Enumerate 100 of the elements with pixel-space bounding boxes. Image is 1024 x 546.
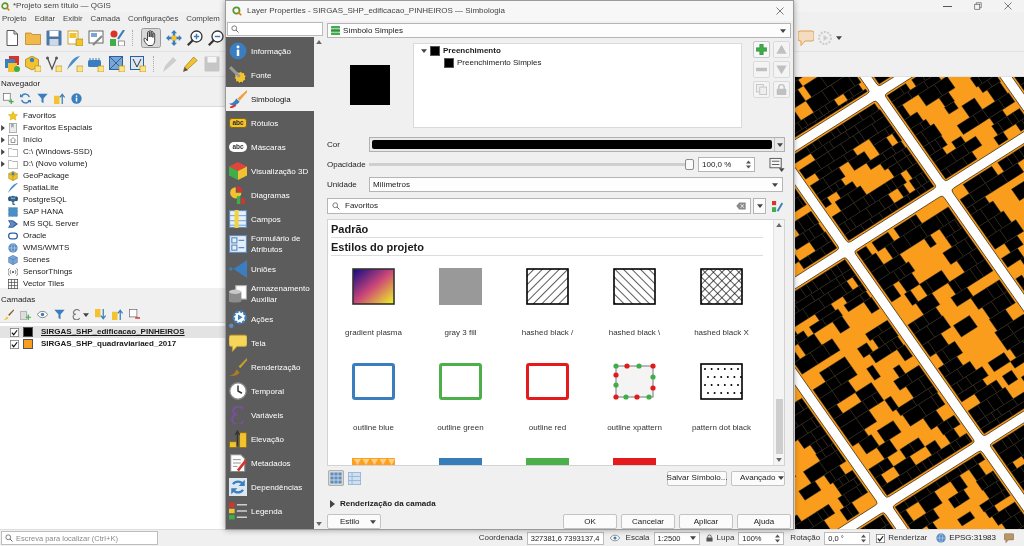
symbol-item[interactable]: hashed black / (504, 262, 591, 357)
symbol-item[interactable]: gradient plasma (330, 262, 417, 357)
sidebar-item[interactable]: Visualização 3D (226, 159, 314, 183)
collapse-all-icon[interactable] (112, 309, 123, 320)
layer-item[interactable]: SIRGAS_SHP_quadraviariaed_2017 (0, 338, 225, 350)
color-button[interactable] (369, 137, 785, 152)
expand-arrow-icon[interactable] (1, 125, 5, 131)
tree-item[interactable]: Vector Tiles (0, 278, 225, 290)
collapsible-header[interactable]: Renderização da camada (327, 497, 791, 511)
expand-arrow-icon[interactable] (421, 49, 427, 53)
palette-pencil-icon[interactable] (109, 30, 125, 46)
caret-icon[interactable] (836, 36, 842, 40)
chip-plus-icon[interactable] (88, 56, 104, 72)
symbol-item[interactable]: outline blue (330, 357, 417, 452)
remove-layer-icon[interactable] (129, 309, 140, 320)
dialog-button[interactable]: Ajuda (737, 514, 791, 529)
caret-icon[interactable] (83, 312, 89, 317)
tree-item[interactable]: SAP HANA (0, 206, 225, 218)
sidebar-item[interactable]: Dependências (226, 475, 314, 499)
scrollbar-thumb[interactable] (775, 399, 783, 454)
dialog-button[interactable]: OK (563, 514, 617, 529)
style-button[interactable]: Estilo (327, 514, 381, 529)
save-symbol-button[interactable]: Salvar Símbolo... (667, 470, 727, 486)
tree-item[interactable]: C:\ (Windows-SSD) (0, 146, 225, 158)
sidebar-item[interactable]: Variáveis (226, 403, 314, 427)
crossed-square-plus-icon[interactable] (109, 56, 125, 72)
slider-thumb[interactable] (685, 159, 694, 170)
page-layout-icon[interactable] (67, 30, 83, 46)
mesh-plus-icon[interactable] (130, 56, 146, 72)
sidebar-item[interactable]: Elevação (226, 427, 314, 451)
symbol-item[interactable]: hashed black X (678, 262, 765, 357)
hand-icon[interactable] (141, 28, 161, 48)
sidebar-item[interactable]: Diagramas (226, 183, 314, 207)
expand-arrow-icon[interactable] (1, 137, 5, 143)
tree-item[interactable]: SensorThings (0, 266, 225, 278)
scroll-down-icon[interactable] (315, 522, 322, 526)
symbol-item[interactable]: gray 3 fill (417, 262, 504, 357)
symbol-item[interactable]: outline xpattern (591, 357, 678, 452)
info-icon[interactable] (71, 93, 82, 104)
tree-item[interactable]: Oracle (0, 230, 225, 242)
lock-icon[interactable] (705, 534, 713, 542)
sidebar-item[interactable]: Fonte (226, 63, 314, 87)
checkbox-label[interactable]: Renderizar (888, 533, 928, 543)
epsilon-icon[interactable] (71, 309, 82, 320)
refresh-icon[interactable] (20, 93, 31, 104)
scrollbar[interactable] (773, 220, 784, 465)
speech-bubble-icon[interactable] (1004, 533, 1014, 543)
cube-plus-icon[interactable] (25, 56, 41, 72)
tree-item[interactable]: MS SQL Server (0, 218, 225, 230)
grid-view-icon[interactable] (328, 470, 344, 486)
sidebar-item[interactable]: Ações (226, 307, 314, 331)
close-icon[interactable] (1004, 2, 1012, 10)
tree-item[interactable]: GeoPackage (0, 170, 225, 182)
dropdown-button[interactable] (753, 198, 766, 214)
advanced-button[interactable]: Avançado (731, 470, 785, 486)
checkbox[interactable] (10, 327, 19, 337)
crs-button[interactable]: EPSG:31983 (936, 533, 996, 543)
list-box-icon[interactable] (769, 157, 785, 172)
sidebar-item[interactable]: Armazenamento Auxiliar (226, 281, 314, 307)
tree-item[interactable]: Preenchimento (414, 45, 741, 57)
symbol-item[interactable]: outline red (504, 357, 591, 452)
tree-item[interactable]: SpatiaLite (0, 182, 225, 194)
sidebar-item[interactable]: Metadados (226, 451, 314, 475)
expand-all-icon[interactable] (95, 309, 106, 320)
tree-item[interactable]: PostgreSQL (0, 194, 225, 206)
clear-icon[interactable] (736, 202, 746, 210)
sidebar-item[interactable]: Temporal (226, 379, 314, 403)
eye-icon[interactable] (609, 533, 620, 543)
symbol-search-field[interactable]: Favoritos (327, 198, 751, 214)
checkbox[interactable] (10, 339, 19, 349)
dialog-button[interactable]: Cancelar (621, 514, 675, 529)
tree-item[interactable]: D:\ (Novo volume) (0, 158, 225, 170)
dialog-button[interactable]: Aplicar (679, 514, 733, 529)
vertex-plus-icon[interactable] (46, 56, 62, 72)
renderer-dropdown[interactable]: Símbolo Simples (327, 23, 791, 38)
tree-item[interactable]: WMS/WMTS (0, 242, 225, 254)
symbol-item[interactable]: outline green (417, 357, 504, 452)
add-button[interactable] (753, 41, 770, 58)
sidebar-search-field[interactable] (227, 22, 323, 36)
move-arrows-icon[interactable] (166, 30, 182, 46)
add-square-icon[interactable] (3, 93, 14, 104)
opacity-spinbox[interactable]: 100,0 % (698, 157, 755, 172)
sidebar-item[interactable]: Tela (226, 331, 314, 355)
solid-swatch-icon[interactable] (613, 458, 656, 465)
sidebar-item[interactable]: Legenda (226, 499, 314, 523)
document-wrench-icon[interactable] (88, 30, 104, 46)
symbol-item[interactable]: hashed black \ (591, 262, 678, 357)
tree-item[interactable]: Favoritos (0, 110, 225, 122)
sidebar-item[interactable]: Formulário de Atributos (226, 231, 314, 257)
scroll-up-icon[interactable] (776, 223, 782, 227)
unit-dropdown[interactable]: Milímetros (369, 177, 783, 192)
scrollbar[interactable] (314, 37, 323, 529)
document-icon[interactable] (4, 30, 20, 46)
tree-item[interactable]: Favoritos Espaciais (0, 122, 225, 134)
tree-item[interactable]: Preenchimento Simples (414, 57, 741, 69)
collapse-icon[interactable] (54, 93, 65, 104)
sidebar-item[interactable]: Informação (226, 39, 314, 63)
zoom-out-icon[interactable] (208, 30, 224, 46)
symbol-item[interactable]: pattern dot black (678, 357, 765, 452)
eye-icon[interactable] (37, 309, 48, 320)
